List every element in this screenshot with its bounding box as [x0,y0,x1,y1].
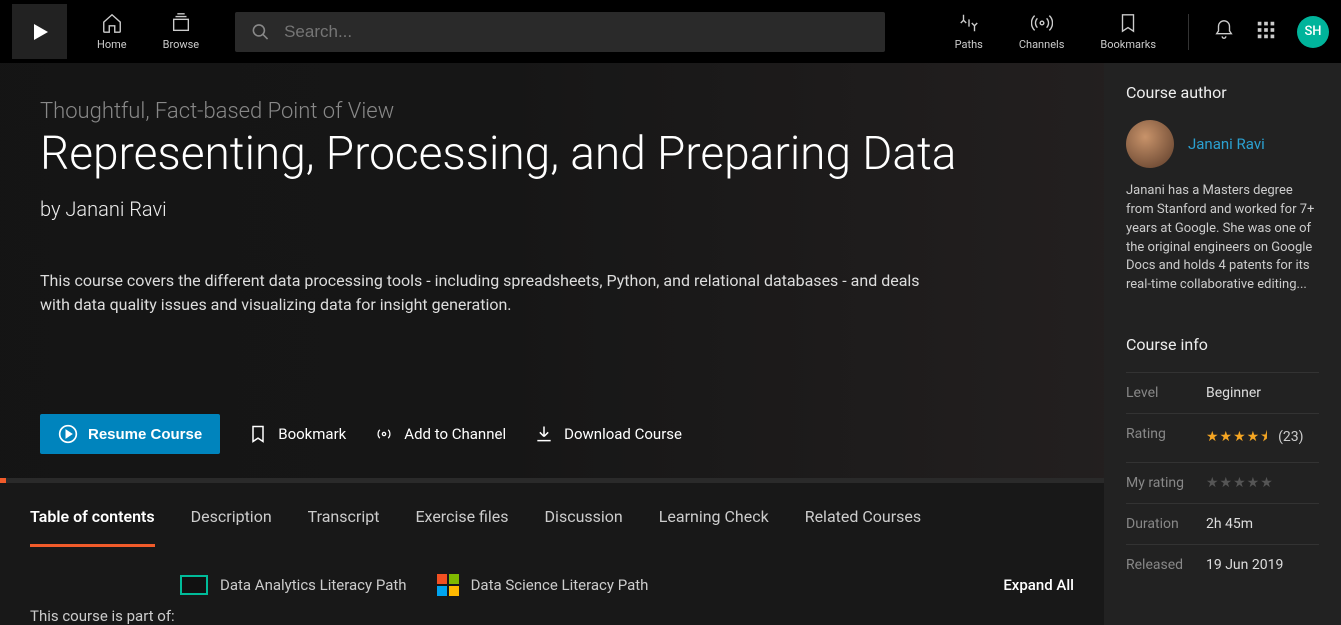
user-avatar[interactable]: SH [1297,16,1329,48]
nav-paths-label: Paths [955,38,983,51]
path-link-analytics[interactable]: Data Analytics Literacy Path [180,575,407,595]
my-rating-stars[interactable]: ★★★★★ [1206,475,1274,491]
tab-exercise[interactable]: Exercise files [415,507,508,547]
notifications-button[interactable] [1203,11,1245,53]
resume-label: Resume Course [88,426,202,443]
tab-transcript[interactable]: Transcript [308,507,380,547]
path-label: Data Science Literacy Path [471,576,649,594]
tab-related[interactable]: Related Courses [805,507,921,547]
author-bio: Janani has a Masters degree from Stanfor… [1126,182,1319,295]
add-channel-label: Add to Channel [404,425,506,443]
path-icon-ms [437,574,459,596]
nav-home[interactable]: Home [79,12,145,51]
nav-channels-label: Channels [1019,38,1065,51]
info-value: Beginner [1206,385,1261,401]
bookmark-label: Bookmark [278,425,346,443]
hero-subheading: Thoughtful, Fact-based Point of View [40,99,1064,124]
search-icon [251,22,270,42]
info-label: Released [1126,557,1206,573]
nav-browse-label: Browse [163,38,200,51]
info-myrating[interactable]: My rating ★★★★★ [1126,462,1319,503]
bookmark-icon [248,424,268,444]
tab-description[interactable]: Description [191,507,272,547]
course-byline: by Janani Ravi [40,197,1064,221]
course-title: Representing, Processing, and Preparing … [40,128,1060,181]
info-value: 2h 45m [1206,516,1253,532]
nav-browse[interactable]: Browse [145,12,218,51]
bookmarks-icon [1117,12,1139,34]
expand-all-button[interactable]: Expand All [1003,576,1074,594]
rating-count: (23) [1278,429,1303,445]
app-logo[interactable] [12,4,67,59]
grid-icon [1255,19,1277,41]
nav-channels[interactable]: Channels [1001,12,1083,51]
play-circle-icon [58,424,78,444]
home-icon [101,12,123,34]
course-tabs: Table of contents Description Transcript… [0,483,1104,548]
info-value: 19 Jun 2019 [1206,557,1283,573]
search-box[interactable] [235,12,885,52]
download-icon [534,424,554,444]
info-label: Level [1126,385,1206,401]
resume-course-button[interactable]: Resume Course [40,414,220,454]
header-divider [1188,14,1189,50]
info-label: Duration [1126,516,1206,532]
info-label: My rating [1126,475,1206,491]
course-sidebar: Course author Janani Ravi Janani has a M… [1104,63,1341,625]
progress-fill [0,478,6,483]
info-level: Level Beginner [1126,372,1319,413]
tab-discussion[interactable]: Discussion [545,507,623,547]
nav-bookmarks[interactable]: Bookmarks [1082,12,1174,51]
info-duration: Duration 2h 45m [1126,503,1319,544]
course-hero: Thoughtful, Fact-based Point of View Rep… [0,63,1104,478]
path-label: Data Analytics Literacy Path [220,576,407,594]
author-avatar[interactable] [1126,120,1174,168]
paths-of-label: This course is part of: [30,607,175,625]
add-channel-button[interactable]: Add to Channel [374,424,506,444]
broadcast-icon [374,424,394,444]
search-input[interactable] [284,22,869,42]
download-label: Download Course [564,425,682,443]
nav-paths[interactable]: Paths [937,12,1001,51]
author-name-link[interactable]: Janani Ravi [1188,135,1265,153]
course-progress [0,478,1104,483]
bell-icon [1213,19,1235,41]
info-released: Released 19 Jun 2019 [1126,544,1319,585]
paths-icon [958,12,980,34]
bookmark-button[interactable]: Bookmark [248,424,346,444]
rating-stars: ★★★★⯨ [1206,429,1269,445]
download-button[interactable]: Download Course [534,424,682,444]
info-section-title: Course info [1126,335,1319,354]
nav-home-label: Home [97,38,127,51]
path-icon-teal [180,575,208,595]
tab-learning-check[interactable]: Learning Check [659,507,769,547]
apps-button[interactable] [1245,11,1287,53]
course-description: This course covers the different data pr… [40,269,940,317]
nav-bookmarks-label: Bookmarks [1100,38,1156,51]
path-link-data-science[interactable]: Data Science Literacy Path [437,574,649,596]
author-section-title: Course author [1126,83,1319,102]
info-rating: Rating ★★★★⯨ (23) [1126,413,1319,462]
browse-icon [170,12,192,34]
channels-icon [1031,12,1053,34]
info-label: Rating [1126,426,1206,450]
tab-toc[interactable]: Table of contents [30,507,155,547]
